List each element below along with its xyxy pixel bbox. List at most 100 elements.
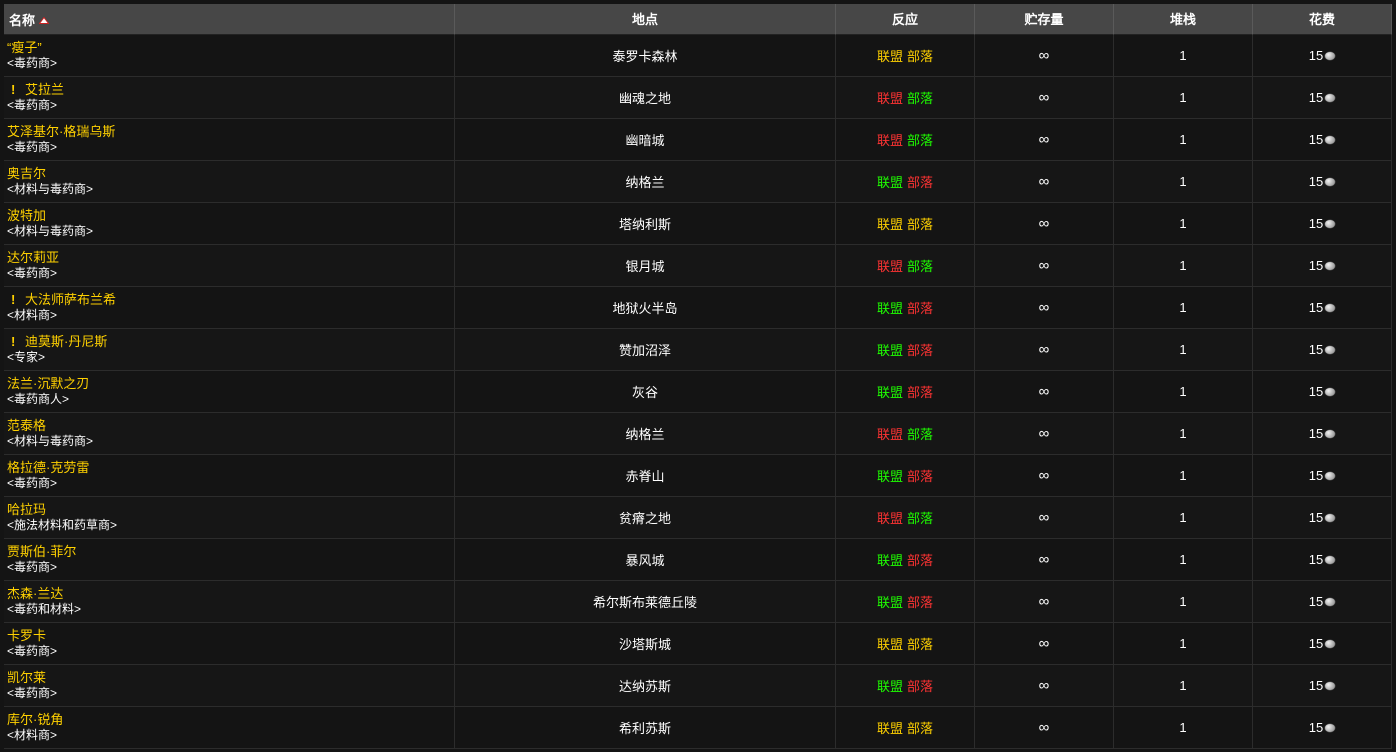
npc-title: <毒药商>	[7, 140, 58, 154]
npc-name-link[interactable]: 法兰·沉默之刃	[7, 376, 89, 392]
npc-name-link[interactable]: 迪莫斯·丹尼斯	[25, 334, 107, 350]
quest-exclamation-icon: !	[11, 334, 16, 349]
location-link[interactable]: 地狱火半岛	[612, 298, 677, 317]
alliance-reaction: 联盟	[876, 91, 903, 106]
npc-name-line: 库尔·锐角	[7, 712, 63, 728]
reaction-cell: 联盟 部落	[836, 497, 975, 539]
location-link[interactable]: 塔纳利斯	[619, 214, 671, 233]
name-cell: 奥吉尔 <材料与毒药商>	[4, 161, 455, 203]
reaction-cell: 联盟 部落	[836, 623, 975, 665]
location-cell: 灰谷	[455, 371, 836, 413]
reaction-cell: 联盟 部落	[836, 287, 975, 329]
npc-name-line: 格拉德·克劳雷	[7, 460, 89, 476]
npc-name-line: 凯尔莱	[7, 670, 46, 686]
location-link[interactable]: 银月城	[625, 256, 664, 275]
reaction-cell: 联盟 部落	[836, 665, 975, 707]
cost-cell: 15	[1253, 371, 1392, 413]
column-header-stock[interactable]: 贮存量	[975, 4, 1114, 35]
npc-name-link[interactable]: 达尔莉亚	[7, 250, 59, 266]
silver-coin-icon	[1325, 681, 1336, 690]
location-link[interactable]: 沙塔斯城	[619, 634, 671, 653]
npc-name-link[interactable]: 范泰格	[7, 418, 46, 434]
npc-name-link[interactable]: 波特加	[7, 208, 46, 224]
column-header-reaction[interactable]: 反应	[836, 4, 975, 35]
stock-value: ∞	[1038, 131, 1050, 148]
column-header-cost[interactable]: 花费	[1253, 4, 1392, 35]
location-link[interactable]: 贫瘠之地	[619, 508, 671, 527]
silver-coin-icon	[1325, 471, 1336, 480]
alliance-reaction: 联盟	[876, 595, 903, 610]
npc-name-link[interactable]: 艾泽基尔·格瑞乌斯	[7, 124, 115, 140]
location-link[interactable]: 幽魂之地	[619, 88, 671, 107]
alliance-reaction: 联盟	[876, 175, 903, 190]
npc-name-link[interactable]: “瘦子”	[7, 40, 42, 56]
alliance-reaction: 联盟	[876, 427, 903, 442]
location-link[interactable]: 纳格兰	[625, 172, 664, 191]
location-link[interactable]: 纳格兰	[625, 424, 664, 443]
npc-name-line: 达尔莉亚	[7, 250, 59, 266]
column-header-name-label: 名称	[9, 13, 36, 28]
location-link[interactable]: 幽暗城	[625, 130, 664, 149]
alliance-reaction: 联盟	[876, 469, 903, 484]
name-cell: 达尔莉亚 <毒药商>	[4, 245, 455, 287]
npc-name-link[interactable]: 大法师萨布兰希	[25, 292, 116, 308]
stock-value: ∞	[1038, 635, 1050, 652]
npc-name-link[interactable]: 凯尔莱	[7, 670, 46, 686]
npc-name-link[interactable]: 格拉德·克劳雷	[7, 460, 89, 476]
npc-name-line: 艾泽基尔·格瑞乌斯	[7, 124, 115, 140]
cost-value: 15	[1308, 426, 1324, 441]
cost-value: 15	[1308, 216, 1324, 231]
npc-name-link[interactable]: 卡罗卡	[7, 628, 46, 644]
alliance-reaction: 联盟	[876, 721, 903, 736]
silver-coin-icon	[1325, 303, 1336, 312]
stock-value: ∞	[1038, 719, 1050, 736]
npc-name-link[interactable]: 艾拉兰	[25, 82, 64, 98]
stock-value: ∞	[1038, 677, 1050, 694]
npc-name-link[interactable]: 奥吉尔	[7, 166, 46, 182]
location-link[interactable]: 暴风城	[625, 550, 664, 569]
name-cell: 波特加 <材料与毒药商>	[4, 203, 455, 245]
horde-reaction: 部落	[907, 343, 934, 358]
npc-name-link[interactable]: 杰森·兰达	[7, 586, 63, 602]
location-link[interactable]: 灰谷	[632, 382, 658, 401]
stack-cell: 1	[1114, 161, 1253, 203]
cost-cell: 15	[1253, 413, 1392, 455]
name-cell: 库尔·锐角 <材料商>	[4, 707, 455, 749]
npc-name-link[interactable]: 库尔·锐角	[7, 712, 63, 728]
stock-value: ∞	[1038, 383, 1050, 400]
location-link[interactable]: 希尔斯布莱德丘陵	[593, 592, 697, 611]
cost-cell: 15	[1253, 161, 1392, 203]
cost-value: 15	[1308, 636, 1324, 651]
npc-name-line: 范泰格	[7, 418, 46, 434]
location-link[interactable]: 赞加沼泽	[619, 340, 671, 359]
stack-value: 1	[1179, 132, 1187, 147]
stack-value: 1	[1179, 90, 1187, 105]
horde-reaction: 部落	[907, 637, 934, 652]
stack-value: 1	[1179, 300, 1187, 315]
stock-value: ∞	[1038, 173, 1050, 190]
column-header-stack[interactable]: 堆栈	[1114, 4, 1253, 35]
reaction-cell: 联盟 部落	[836, 329, 975, 371]
stock-value: ∞	[1038, 551, 1050, 568]
npc-name-link[interactable]: 哈拉玛	[7, 502, 46, 518]
location-cell: 塔纳利斯	[455, 203, 836, 245]
npc-name-link[interactable]: 贾斯伯·菲尔	[7, 544, 76, 560]
location-link[interactable]: 达纳苏斯	[619, 676, 671, 695]
location-link[interactable]: 泰罗卡森林	[612, 46, 677, 65]
horde-reaction: 部落	[907, 385, 934, 400]
location-link[interactable]: 赤脊山	[625, 466, 664, 485]
reaction-cell: 联盟 部落	[836, 245, 975, 287]
silver-coin-icon	[1325, 51, 1336, 60]
horde-reaction: 部落	[907, 679, 934, 694]
stock-value: ∞	[1038, 509, 1050, 526]
cost-value: 15	[1308, 720, 1324, 735]
column-header-name[interactable]: 名称	[4, 4, 455, 35]
cost-value: 15	[1308, 300, 1324, 315]
location-link[interactable]: 希利苏斯	[619, 718, 671, 737]
cost-value: 15	[1308, 468, 1324, 483]
column-header-location[interactable]: 地点	[455, 4, 836, 35]
cost-value: 15	[1308, 384, 1324, 399]
name-cell: 法兰·沉默之刃 <毒药商人>	[4, 371, 455, 413]
stack-value: 1	[1179, 636, 1187, 651]
npc-title: <材料商>	[7, 308, 58, 322]
